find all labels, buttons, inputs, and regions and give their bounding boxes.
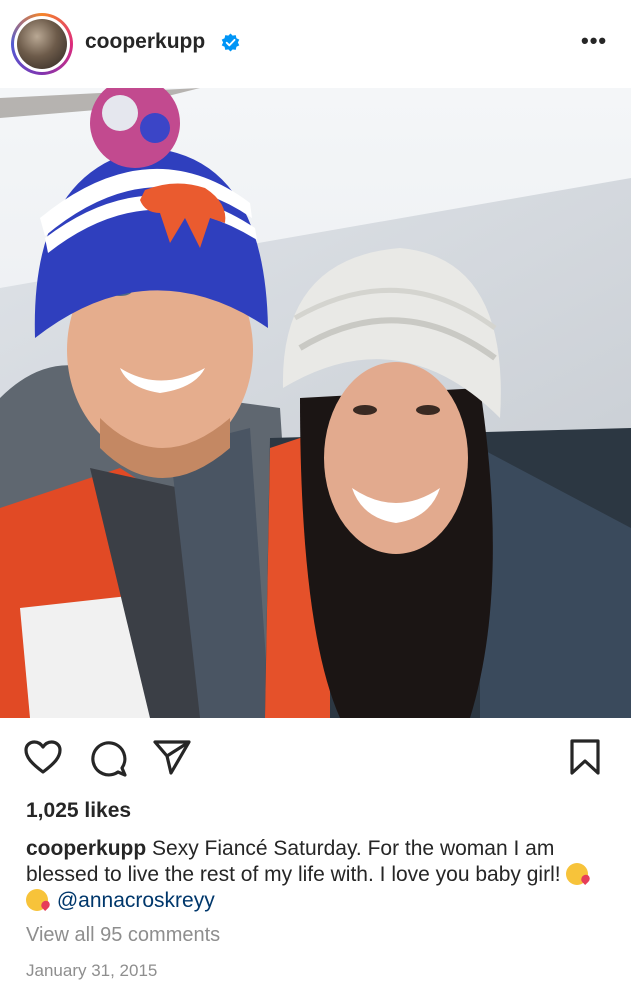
heart-icon[interactable]: [23, 739, 63, 775]
avatar[interactable]: [11, 13, 73, 75]
verified-badge-icon: [221, 33, 240, 52]
paper-plane-icon[interactable]: [152, 738, 192, 776]
action-bar: [0, 718, 631, 798]
username-link[interactable]: cooperkupp: [85, 30, 205, 54]
likes-count[interactable]: 1,025 likes: [26, 799, 131, 823]
face-blowing-kiss-emoji: [566, 863, 589, 885]
comment-bubble-icon[interactable]: [88, 738, 128, 778]
more-options-button[interactable]: •••: [581, 30, 607, 52]
mention-link[interactable]: @annacroskreyy: [57, 889, 215, 912]
post-date: January 31, 2015: [26, 961, 158, 980]
post-photo[interactable]: [0, 88, 631, 718]
bookmark-icon[interactable]: [569, 738, 601, 776]
caption-username[interactable]: cooperkupp: [26, 837, 146, 860]
post-caption: cooperkupp Sexy Fiancé Saturday. For the…: [26, 836, 616, 914]
view-comments-link[interactable]: View all 95 comments: [26, 924, 220, 947]
post-header: cooperkupp •••: [0, 0, 631, 88]
post-photo-image: [0, 88, 631, 718]
avatar-image: [17, 19, 67, 69]
face-blowing-kiss-emoji: [26, 889, 48, 911]
